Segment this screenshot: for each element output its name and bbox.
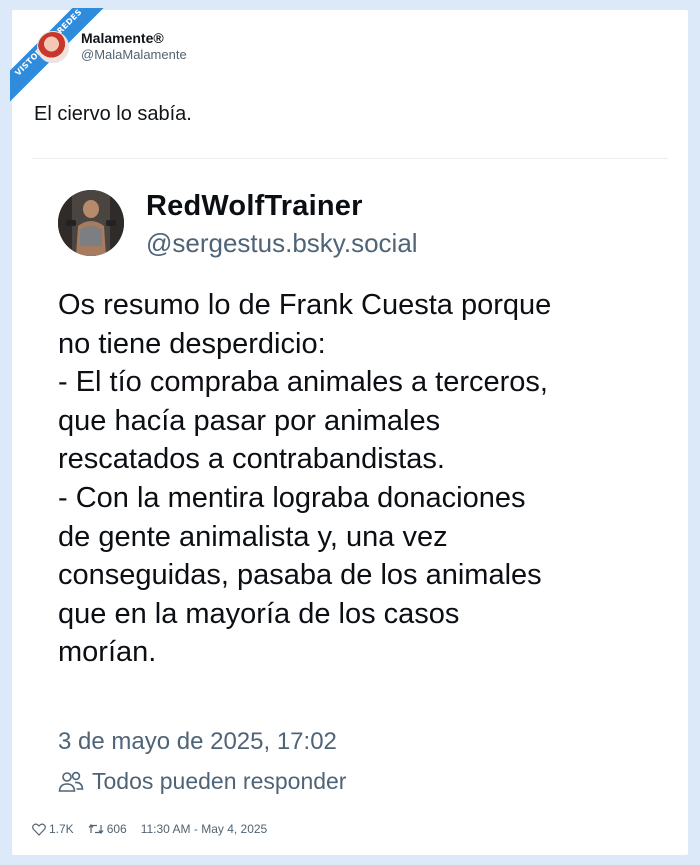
body-line: que hacía pasar por animales: [58, 404, 441, 437]
reply-setting-label: Todos pueden responder: [92, 768, 347, 794]
body-line: - El tío compraba animales a terceros,: [58, 366, 548, 399]
retweet-count: 606: [106, 822, 127, 836]
tweet-text: El ciervo lo sabía.: [34, 103, 192, 125]
heart-icon: [32, 823, 46, 836]
timestamp-text: 11:30 AM - May 4, 2025: [140, 822, 268, 836]
quoted-avatar[interactable]: [58, 190, 124, 256]
people-icon: [58, 771, 84, 792]
body-line: Os resumo lo de Frank Cuesta porque: [58, 289, 552, 321]
avatar[interactable]: [37, 30, 69, 63]
body-line: de gente animalista y, una vez: [58, 520, 448, 553]
body-line: - Con la mentira lograba donaciones: [58, 481, 526, 514]
body-line: conseguidas, pasaba de los animales: [58, 559, 542, 592]
quoted-handle[interactable]: @sergestus.bsky.social: [146, 228, 418, 259]
like-count: 1.7K: [49, 822, 74, 836]
retweet-icon: [88, 824, 104, 834]
timestamp[interactable]: 11:30 AM - May 4, 2025: [141, 822, 268, 836]
like-stat[interactable]: 1.7K: [32, 822, 74, 836]
tweet-footer: 1.7K 606 11:30 AM - May 4, 2025: [32, 822, 281, 836]
divider: [32, 158, 668, 159]
author-display-name[interactable]: Malamente®: [81, 30, 187, 46]
tweet-header: Malamente® @MalaMalamente: [37, 30, 187, 63]
retweet-stat[interactable]: 606: [88, 822, 127, 836]
author-handle[interactable]: @MalaMalamente: [81, 47, 187, 63]
quoted-post-body: Os resumo lo de Frank Cuesta porque no t…: [58, 286, 658, 672]
watermark-ribbon: VISTOENLASREDES .com: [10, 8, 120, 118]
body-line: rescatados a contrabandistas.: [58, 443, 445, 476]
quoted-display-name[interactable]: RedWolfTrainer: [146, 190, 363, 223]
tweet-card: VISTOENLASREDES .com Malamente® @MalaMal…: [10, 8, 688, 855]
quoted-post-date[interactable]: 3 de mayo de 2025, 17:02: [58, 728, 337, 756]
body-line: no tiene desperdicio:: [58, 327, 326, 360]
body-line: que en la mayoría de los casos: [58, 597, 460, 630]
reply-setting: Todos pueden responder: [58, 768, 346, 795]
body-line: morían.: [58, 636, 157, 669]
